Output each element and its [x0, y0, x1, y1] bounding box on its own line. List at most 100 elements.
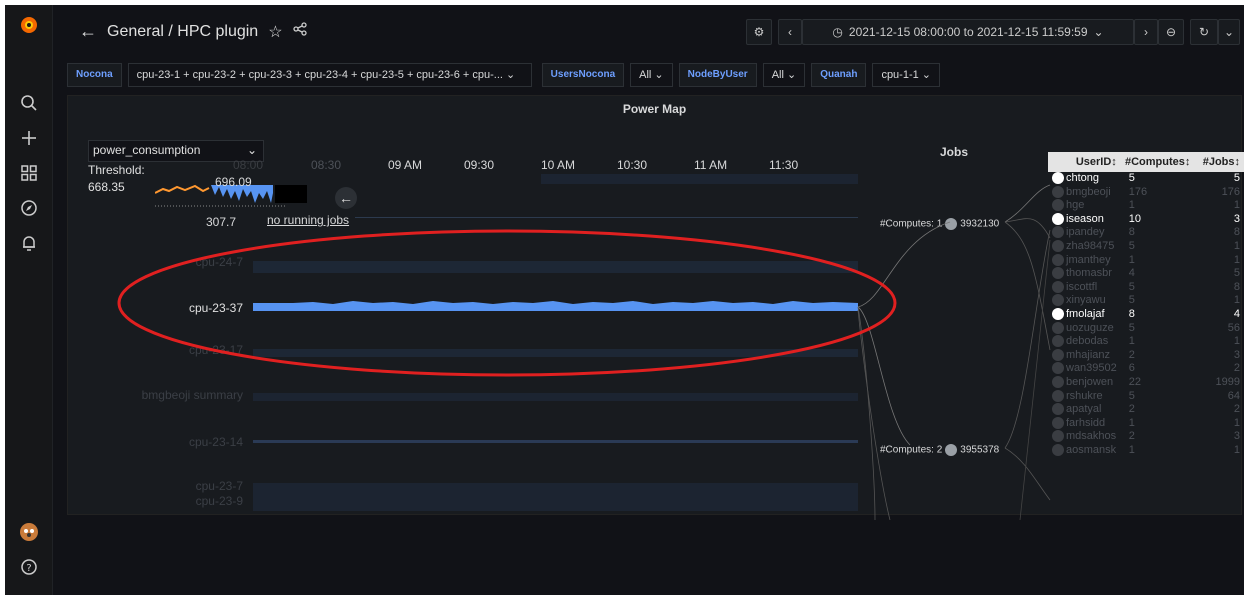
- user-cell[interactable]: ipandey: [1048, 226, 1121, 240]
- computes-cell: 5: [1128, 321, 1135, 334]
- user-cell[interactable]: mhajianz: [1048, 349, 1121, 363]
- jobs-cell: 1: [1233, 443, 1240, 456]
- table-row[interactable]: benjowen 22 1999: [1048, 376, 1244, 390]
- time-label-0800: 08:00: [233, 158, 264, 172]
- user-avatar-icon: [1052, 267, 1064, 280]
- table-row[interactable]: uozuguze 5 56: [1048, 322, 1244, 336]
- user-cell[interactable]: rshukre: [1048, 390, 1121, 404]
- table-row[interactable]: iseason 10 3: [1048, 213, 1244, 227]
- metric-select-value: power_consumption: [93, 143, 201, 157]
- user-cell[interactable]: chtong: [1048, 172, 1121, 186]
- col-header-computes[interactable]: #Computes↕: [1120, 152, 1195, 172]
- power-map-content: power_consumption ⌄ Threshold: 668.35 69…: [5, 5, 1244, 595]
- computes-cell: 5: [1128, 239, 1135, 252]
- time-label-0830: 08:30: [311, 158, 342, 172]
- user-cell[interactable]: zha98475: [1048, 240, 1121, 254]
- computes-cell: 5: [1128, 389, 1135, 402]
- table-row[interactable]: rshukre 5 64: [1048, 390, 1244, 404]
- user-cell[interactable]: hge: [1048, 199, 1121, 213]
- computes-cell: 1: [1128, 335, 1135, 348]
- row-label-bmgbeoji-summary[interactable]: bmgbeoji summary: [63, 388, 243, 402]
- node-lane-cpu-23-7-9[interactable]: [253, 483, 858, 511]
- col-header-jobs[interactable]: #Jobs↕: [1194, 152, 1244, 172]
- table-row[interactable]: thomasbr 4 5: [1048, 267, 1244, 281]
- jobs-cell: 64: [1227, 389, 1240, 402]
- computes-cell: 176: [1128, 185, 1148, 198]
- user-cell[interactable]: aosmansk: [1048, 444, 1121, 458]
- col-header-userid[interactable]: UserID↕: [1048, 152, 1121, 172]
- computes-cell: 6: [1128, 362, 1135, 375]
- user-id: mdsakhos: [1066, 430, 1117, 443]
- user-cell[interactable]: iseason: [1048, 213, 1121, 227]
- node-lane-top[interactable]: [541, 174, 858, 184]
- highlight-circle-annotation: [117, 229, 897, 377]
- table-row[interactable]: mhajianz 2 3: [1048, 349, 1244, 363]
- table-row[interactable]: hge 1 1: [1048, 199, 1244, 213]
- table-row[interactable]: aosmansk 1 1: [1048, 444, 1244, 458]
- table-row[interactable]: ipandey 8 8: [1048, 226, 1244, 240]
- user-cell[interactable]: xinyawu: [1048, 294, 1121, 308]
- user-avatar-icon: [1052, 308, 1064, 321]
- user-avatar-icon: [1052, 376, 1064, 388]
- table-row[interactable]: mdsakhos 2 3: [1048, 430, 1244, 444]
- collapse-legend-button[interactable]: ←: [335, 187, 357, 209]
- row-label-cpu-23-7[interactable]: cpu-23-7: [63, 479, 243, 493]
- table-row[interactable]: wan39502 6 2: [1048, 362, 1244, 376]
- computes-cell: 2: [1128, 430, 1135, 443]
- jobs-cell: 8: [1233, 226, 1240, 239]
- time-label-0930: 09:30: [464, 158, 495, 172]
- users-table: UserID↕ #Computes↕ #Jobs↕ chtong 5 5 bmgbeo…: [1048, 152, 1244, 457]
- jobs-cell: 1: [1233, 199, 1240, 212]
- computes-cell: 22: [1128, 375, 1142, 388]
- user-cell[interactable]: jmanthey: [1048, 254, 1121, 268]
- computes-cell: 5: [1128, 172, 1135, 184]
- user-cell[interactable]: debodas: [1048, 335, 1121, 349]
- table-row[interactable]: iscottfl 5 8: [1048, 281, 1244, 295]
- table-row[interactable]: jmanthey 1 1: [1048, 254, 1244, 268]
- chevron-down-icon: ⌄: [246, 143, 257, 157]
- user-avatar-icon: [1052, 240, 1064, 253]
- user-cell[interactable]: bmgbeoji: [1048, 186, 1121, 200]
- table-row[interactable]: apatyal 2 2: [1048, 403, 1244, 417]
- threshold-label: Threshold:: [88, 163, 145, 177]
- user-cell[interactable]: farhsidd: [1048, 417, 1121, 431]
- user-cell[interactable]: mdsakhos: [1048, 430, 1121, 444]
- table-row[interactable]: fmolajaf 8 4: [1048, 308, 1244, 322]
- user-cell[interactable]: wan39502: [1048, 362, 1121, 376]
- user-cell[interactable]: thomasbr: [1048, 267, 1121, 281]
- node-lane-cpu-23-14[interactable]: [253, 440, 858, 443]
- computes-cell: 5: [1128, 294, 1135, 307]
- user-cell[interactable]: iscottfl: [1048, 281, 1121, 295]
- table-row[interactable]: chtong 5 5: [1048, 172, 1244, 186]
- jobs-title: Jobs: [940, 145, 969, 159]
- user-id: xinyawu: [1066, 294, 1106, 307]
- user-avatar-icon: [1052, 172, 1064, 185]
- user-avatar-icon: [1052, 199, 1064, 212]
- table-row[interactable]: bmgbeoji 176 176: [1048, 186, 1244, 200]
- time-label-10am: 10 AM: [541, 158, 576, 172]
- computes-cell: 8: [1128, 307, 1135, 320]
- node-lane-bmgbeoji-summary[interactable]: [253, 393, 858, 401]
- user-id: apatyal: [1066, 403, 1102, 416]
- user-cell[interactable]: uozuguze: [1048, 322, 1121, 336]
- computes-cell: 1: [1128, 416, 1135, 429]
- user-cell[interactable]: fmolajaf: [1048, 308, 1121, 322]
- table-row[interactable]: xinyawu 5 1: [1048, 294, 1244, 308]
- row-label-cpu-23-9[interactable]: cpu-23-9: [63, 494, 243, 508]
- table-row[interactable]: zha98475 5 1: [1048, 240, 1244, 254]
- user-id: rshukre: [1066, 389, 1103, 402]
- row-label-cpu-23-14[interactable]: cpu-23-14: [63, 435, 243, 449]
- computes-cell: 2: [1128, 403, 1135, 416]
- user-id: iseason: [1066, 212, 1104, 225]
- computes-cell: 4: [1128, 267, 1135, 280]
- user-cell[interactable]: benjowen: [1048, 376, 1121, 390]
- jobs-cell: 176: [1221, 185, 1240, 198]
- computes-cell: 1: [1128, 253, 1135, 266]
- jobs-cell: 4: [1233, 307, 1240, 320]
- user-id: mhajianz: [1066, 348, 1111, 361]
- table-row[interactable]: farhsidd 1 1: [1048, 417, 1244, 431]
- threshold-input[interactable]: 668.35: [88, 180, 148, 198]
- user-cell[interactable]: apatyal: [1048, 403, 1121, 417]
- table-row[interactable]: debodas 1 1: [1048, 335, 1244, 349]
- user-avatar-icon: [1052, 253, 1064, 266]
